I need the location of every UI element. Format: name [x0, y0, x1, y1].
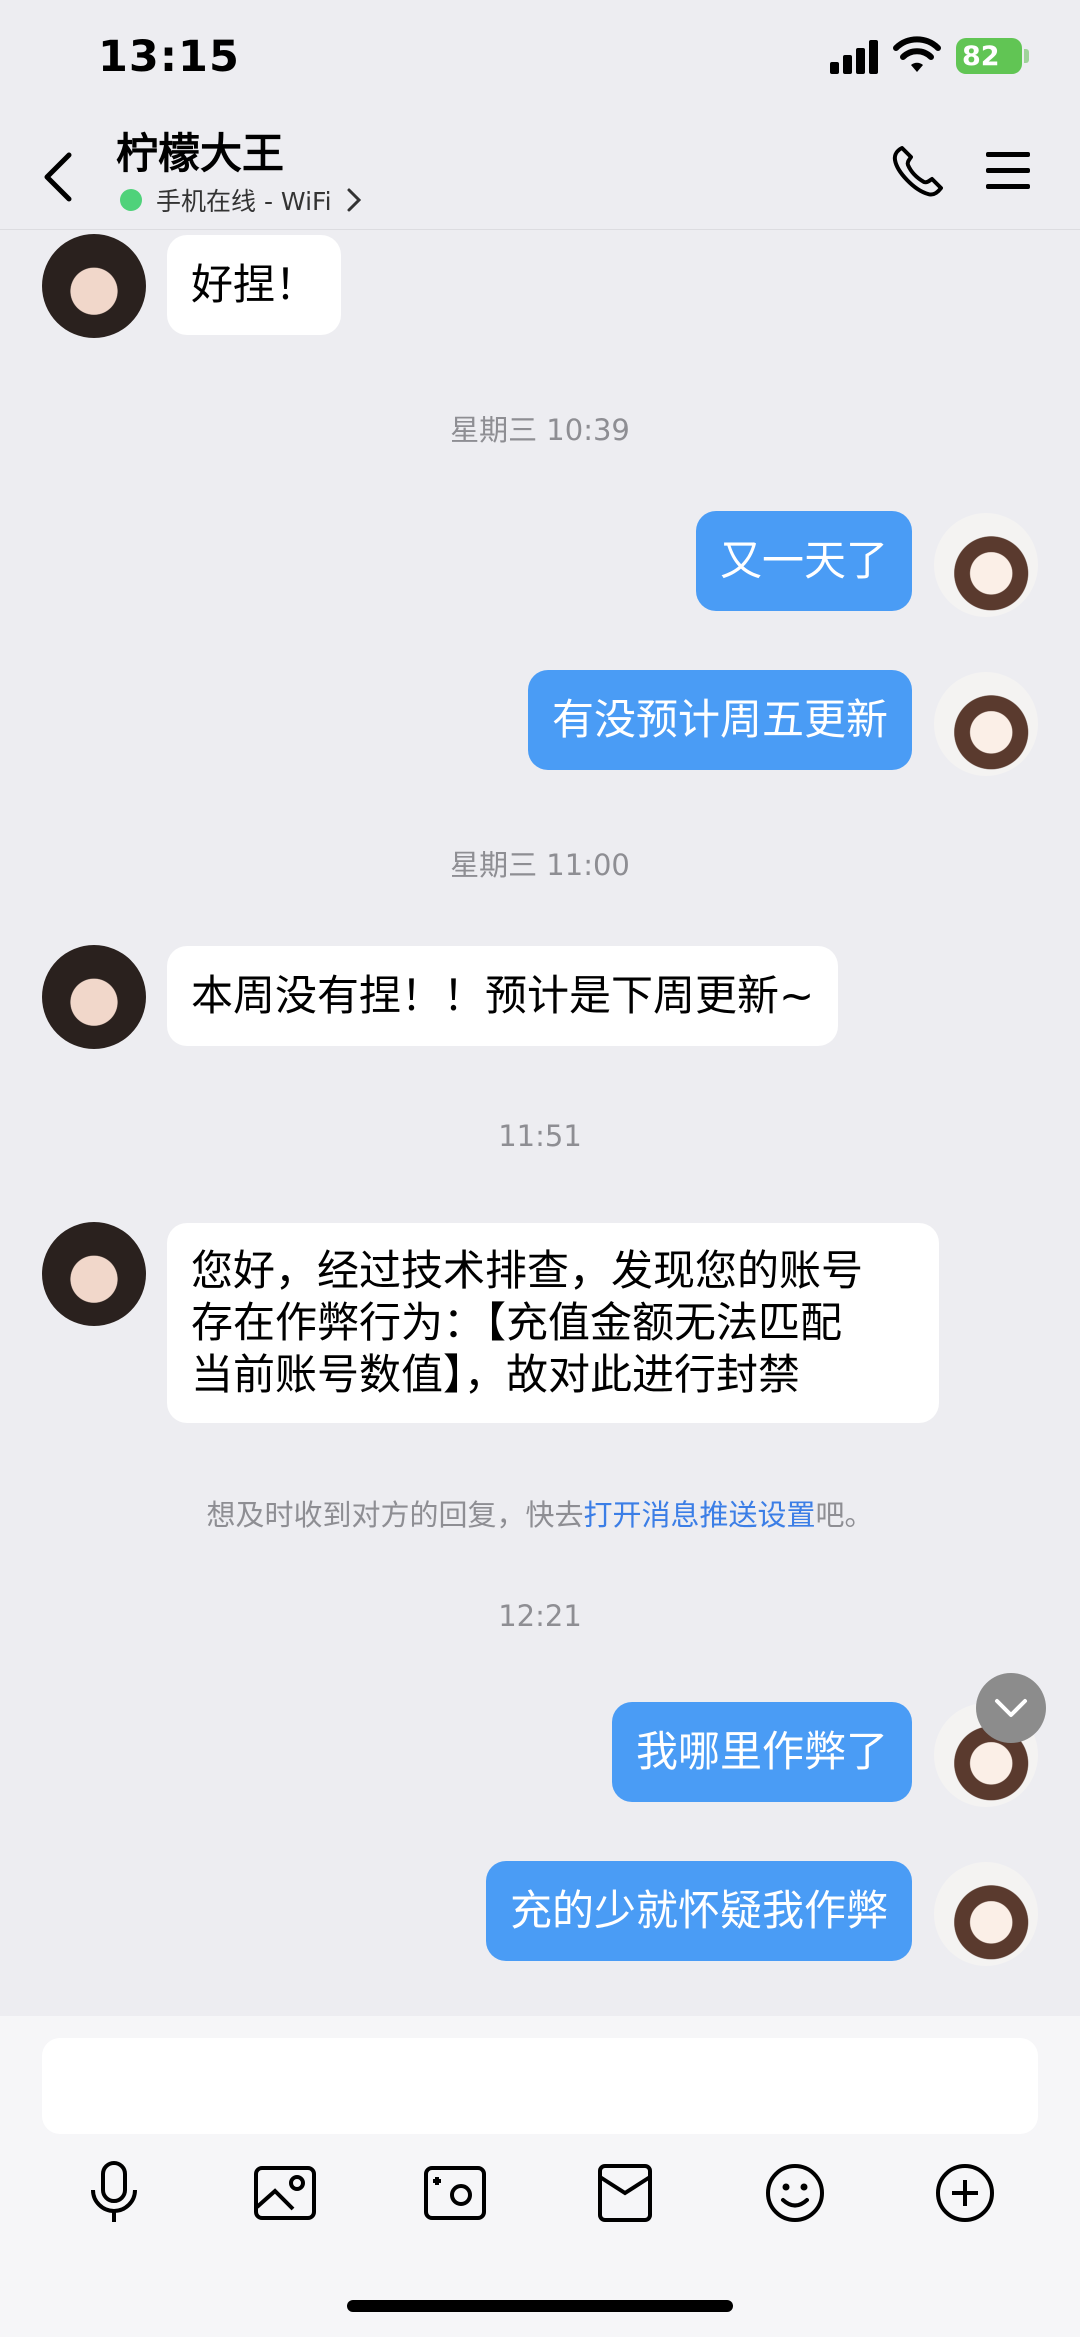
- cellular-signal-icon: [830, 40, 878, 74]
- message-line: 当前账号数值】，故对此进行封禁: [191, 1350, 801, 1399]
- more-button[interactable]: [930, 2158, 1000, 2228]
- back-button[interactable]: [28, 142, 88, 212]
- message-bubble-outgoing[interactable]: 我哪里作弊了: [611, 1702, 912, 1802]
- input-panel: [0, 2016, 1080, 2337]
- battery-tip: [1024, 49, 1029, 63]
- battery-level: 82: [962, 40, 1000, 72]
- image-button[interactable]: [250, 2158, 320, 2228]
- contact-avatar[interactable]: [42, 234, 146, 338]
- online-dot-icon: [120, 189, 142, 211]
- online-status[interactable]: 手机在线 - WiFi: [120, 182, 362, 218]
- voice-button[interactable]: [79, 2158, 149, 2228]
- battery-icon: 82: [956, 38, 1022, 74]
- chat-header: 柠檬大王 手机在线 - WiFi: [0, 118, 1080, 230]
- contact-avatar[interactable]: [42, 945, 146, 1049]
- home-indicator[interactable]: [347, 2300, 733, 2312]
- message-bubble-incoming[interactable]: 您好，经过技术排查，发现您的账号 存在作弊行为：【充值金额无法匹配 当前账号数值…: [167, 1223, 939, 1423]
- contact-avatar[interactable]: [42, 1222, 146, 1326]
- message-list[interactable]: 好捏！ 星期三 10:39 又一天了 有没预计周五更新 星期三 11:00 本周…: [0, 231, 1080, 2016]
- message-line: 您好，经过技术排查，发现您的账号: [191, 1246, 864, 1295]
- push-settings-notice: 想及时收到对方的回复，快去打开消息推送设置吧。: [0, 1492, 1080, 1534]
- image-icon: [254, 2166, 316, 2220]
- message-line: 存在作弊行为：【充值金额无法匹配: [191, 1298, 843, 1347]
- microphone-icon: [91, 2161, 137, 2222]
- chevron-left-icon: [44, 152, 72, 202]
- notice-prefix: 想及时收到对方的回复，快去: [206, 1498, 584, 1532]
- chevron-down-icon: [995, 1699, 1027, 1717]
- message-timestamp: 星期三 10:39: [450, 413, 630, 447]
- notice-suffix: 吧。: [815, 1498, 874, 1532]
- my-avatar[interactable]: [934, 672, 1038, 776]
- message-input[interactable]: [42, 2038, 1038, 2134]
- status-bar: 13:15 82: [0, 0, 1080, 118]
- contact-name[interactable]: 柠檬大王: [116, 120, 284, 181]
- camera-button[interactable]: [420, 2158, 490, 2228]
- menu-button[interactable]: [982, 146, 1034, 196]
- my-avatar[interactable]: [934, 1862, 1038, 1966]
- message-bubble-outgoing[interactable]: 有没预计周五更新: [527, 670, 912, 770]
- message-bubble-incoming[interactable]: 好捏！: [167, 235, 342, 335]
- message-timestamp: 11:51: [498, 1119, 582, 1153]
- camera-icon: [424, 2166, 486, 2220]
- push-settings-link[interactable]: 打开消息推送设置: [583, 1498, 815, 1532]
- chevron-right-icon: [347, 188, 361, 212]
- message-bubble-outgoing[interactable]: 充的少就怀疑我作弊: [485, 1861, 912, 1961]
- emoji-button[interactable]: [760, 2158, 830, 2228]
- message-bubble-incoming[interactable]: 本周没有捏！！预计是下周更新~: [167, 946, 839, 1046]
- plus-icon: [936, 2164, 994, 2222]
- online-status-text: 手机在线 - WiFi: [156, 187, 332, 216]
- message-timestamp: 星期三 11:00: [450, 848, 630, 882]
- red-packet-button[interactable]: [590, 2158, 660, 2228]
- scroll-to-bottom-button[interactable]: [976, 1673, 1046, 1743]
- emoji-icon: [766, 2164, 824, 2222]
- red-packet-icon: [598, 2164, 652, 2222]
- my-avatar[interactable]: [934, 513, 1038, 617]
- message-timestamp: 12:21: [498, 1599, 582, 1633]
- message-bubble-outgoing[interactable]: 又一天了: [695, 511, 912, 611]
- clock: 13:15: [98, 32, 240, 82]
- phone-call-button[interactable]: [888, 142, 948, 202]
- wifi-icon: [893, 36, 941, 72]
